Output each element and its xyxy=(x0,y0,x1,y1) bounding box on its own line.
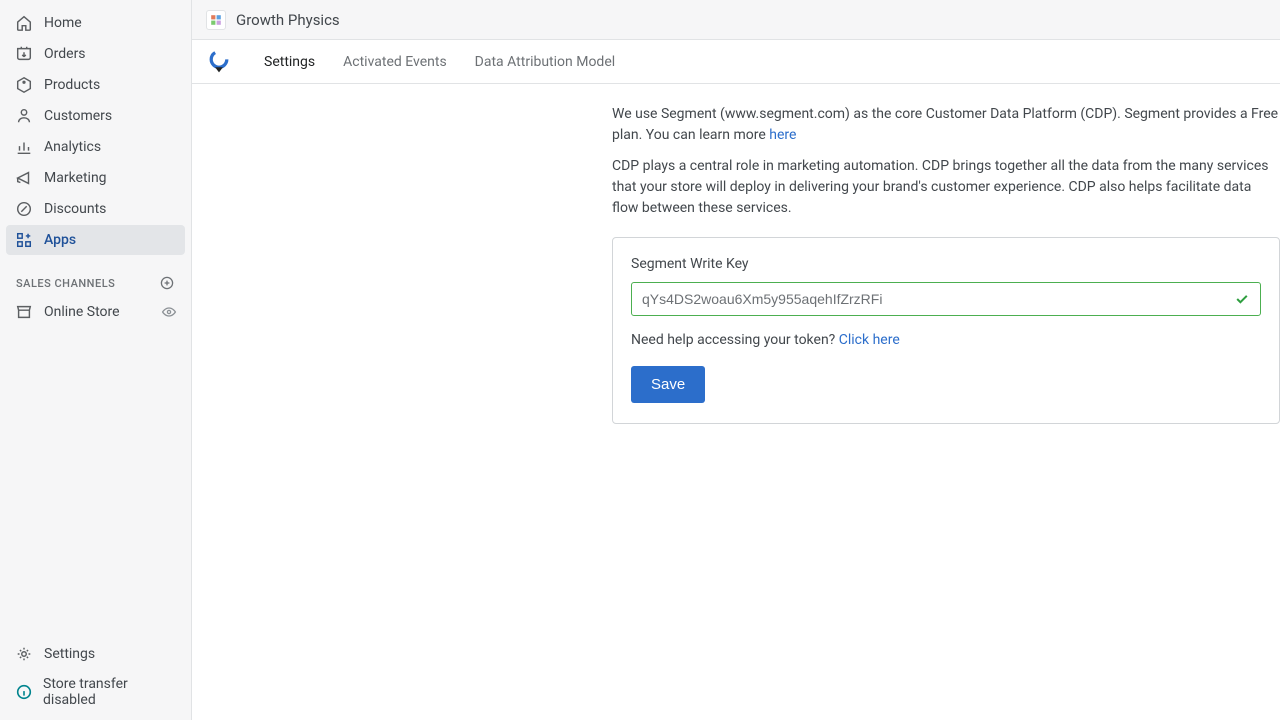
sidebar-item-analytics[interactable]: Analytics xyxy=(6,132,185,162)
nav-label: Home xyxy=(44,15,177,31)
app-icon xyxy=(206,10,226,30)
transfer-label: Store transfer disabled xyxy=(43,676,177,708)
tab-data-attribution-model[interactable]: Data Attribution Model xyxy=(461,40,629,84)
app-logo-icon xyxy=(206,49,232,75)
store-icon xyxy=(14,302,34,322)
nav-label: Orders xyxy=(44,46,177,62)
save-button[interactable]: Save xyxy=(631,366,705,403)
app-title: Growth Physics xyxy=(236,11,340,29)
segment-key-label: Segment Write Key xyxy=(631,256,1261,272)
sales-channels-header: SALES CHANNELS xyxy=(6,265,185,297)
products-icon xyxy=(14,75,34,95)
info-icon xyxy=(14,682,33,702)
channel-label: Online Store xyxy=(44,304,161,320)
sidebar-item-apps[interactable]: Apps xyxy=(6,225,185,255)
tab-settings[interactable]: Settings xyxy=(250,40,329,84)
sidebar: Home Orders Products Customers Analytics xyxy=(0,0,192,720)
gear-icon xyxy=(14,644,34,664)
nav-label: Products xyxy=(44,77,177,93)
store-transfer-status[interactable]: Store transfer disabled xyxy=(6,670,185,714)
nav-label: Discounts xyxy=(44,201,177,217)
nav-label: Marketing xyxy=(44,170,177,186)
discounts-icon xyxy=(14,199,34,219)
help-link[interactable]: Click here xyxy=(839,332,900,348)
section-title: SALES CHANNELS xyxy=(16,277,159,290)
sidebar-nav: Home Orders Products Customers Analytics xyxy=(0,0,191,632)
sidebar-settings[interactable]: Settings xyxy=(6,638,185,670)
segment-key-input-wrap xyxy=(631,282,1261,316)
sidebar-item-home[interactable]: Home xyxy=(6,8,185,38)
topbar: Growth Physics xyxy=(192,0,1280,40)
tabbar: Settings Activated Events Data Attributi… xyxy=(192,40,1280,84)
sidebar-item-discounts[interactable]: Discounts xyxy=(6,194,185,224)
home-icon xyxy=(14,13,34,33)
sidebar-item-marketing[interactable]: Marketing xyxy=(6,163,185,193)
learn-more-link[interactable]: here xyxy=(769,127,796,143)
sidebar-item-products[interactable]: Products xyxy=(6,70,185,100)
preview-icon[interactable] xyxy=(161,304,177,320)
check-icon xyxy=(1224,291,1260,307)
nav-label: Customers xyxy=(44,108,177,124)
marketing-icon xyxy=(14,168,34,188)
sidebar-bottom: Settings Store transfer disabled xyxy=(0,632,191,720)
channel-online-store[interactable]: Online Store xyxy=(6,297,185,327)
apps-icon xyxy=(14,230,34,250)
content: We use Segment (www.segment.com) as the … xyxy=(192,84,1280,720)
orders-icon xyxy=(14,44,34,64)
settings-label: Settings xyxy=(44,646,95,662)
customers-icon xyxy=(14,106,34,126)
add-channel-icon[interactable] xyxy=(159,275,175,291)
segment-key-input[interactable] xyxy=(632,283,1224,315)
help-text: Need help accessing your token? Click he… xyxy=(631,332,1261,348)
sidebar-item-customers[interactable]: Customers xyxy=(6,101,185,131)
tab-activated-events[interactable]: Activated Events xyxy=(329,40,461,84)
intro-paragraph-2: CDP plays a central role in marketing au… xyxy=(612,156,1280,219)
nav-label: Apps xyxy=(44,232,177,248)
settings-card: Segment Write Key Need help accessing yo… xyxy=(612,237,1280,424)
sidebar-item-orders[interactable]: Orders xyxy=(6,39,185,69)
intro-paragraph-1: We use Segment (www.segment.com) as the … xyxy=(612,104,1280,146)
content-inner: We use Segment (www.segment.com) as the … xyxy=(612,104,1280,424)
main: Growth Physics Settings Activated Events… xyxy=(192,0,1280,720)
nav-label: Analytics xyxy=(44,139,177,155)
analytics-icon xyxy=(14,137,34,157)
